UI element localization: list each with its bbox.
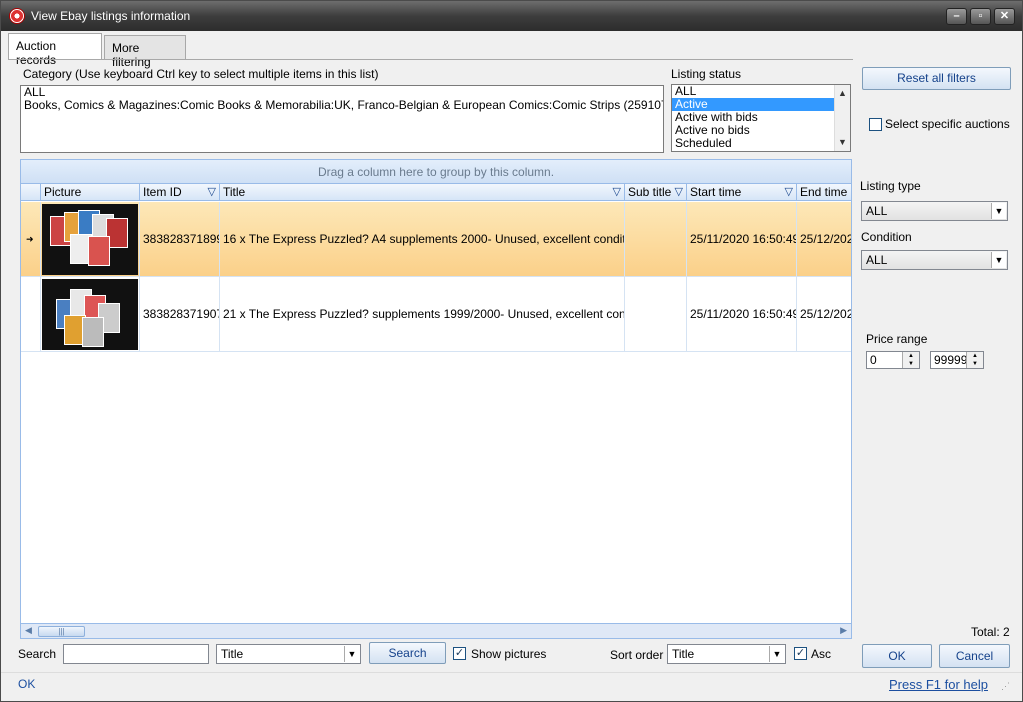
column-header-label: Start time	[690, 185, 742, 199]
subtitle-cell	[625, 277, 687, 352]
title-bar[interactable]: View Ebay listings information – ▫ ✕	[1, 1, 1022, 31]
filter-icon[interactable]: ▽	[675, 185, 683, 198]
listing-type-label: Listing type	[860, 179, 921, 193]
table-row[interactable]: ➜ 383828371899 16 x The Express Puzzled?…	[21, 202, 851, 277]
help-link[interactable]: Press F1 for help	[889, 677, 988, 692]
show-pictures-checkbox[interactable]: ✓	[453, 647, 466, 660]
status-scrollbar[interactable]: ▲ ▼	[834, 85, 850, 151]
column-header-label: Title	[223, 185, 246, 199]
item-id-cell: 383828371899	[140, 202, 220, 277]
start-time-cell: 25/11/2020 16:50:49	[687, 202, 797, 277]
search-field-combo[interactable]: Title ▼	[216, 644, 361, 664]
listing-thumbnail	[42, 279, 138, 350]
column-header-title[interactable]: Title ▽	[220, 184, 625, 201]
search-field-value: Title	[221, 647, 244, 661]
status-bar: OK Press F1 for help ⋰	[1, 672, 1022, 701]
listings-grid[interactable]: Drag a column here to group by this colu…	[20, 159, 852, 639]
status-text: OK	[18, 677, 36, 691]
subtitle-cell	[625, 202, 687, 277]
select-specific-label: Select specific auctions	[885, 117, 1010, 131]
tab-more-filtering[interactable]: More filtering	[104, 35, 186, 69]
price-max-spinner[interactable]: 99999 ▲ ▼	[930, 351, 984, 369]
search-label: Search	[18, 647, 57, 661]
chevron-down-icon[interactable]: ▼	[991, 203, 1006, 219]
start-time-cell: 25/11/2020 16:50:49	[687, 277, 797, 352]
sort-order-value: Title	[672, 647, 695, 661]
category-label: Category (Use keyboard Ctrl key to selec…	[23, 67, 379, 81]
filter-icon[interactable]: ▽	[208, 185, 216, 198]
price-max-value: 99999	[934, 353, 968, 367]
column-header-label: End time	[800, 185, 848, 199]
condition-combo[interactable]: ALL ▼	[861, 250, 1008, 270]
price-min-spinner[interactable]: 0 ▲ ▼	[866, 351, 920, 369]
sort-order-combo[interactable]: Title ▼	[667, 644, 786, 664]
category-listbox[interactable]: ALL Books, Comics & Magazines:Comic Book…	[20, 85, 664, 153]
row-indicator-header	[21, 184, 41, 201]
resize-grip-icon[interactable]: ⋰	[1001, 681, 1010, 692]
tab-auction-records[interactable]: Auction records	[8, 33, 102, 67]
table-row[interactable]: 383828371907 21 x The Express Puzzled? s…	[21, 277, 851, 352]
row-indicator-cell	[21, 277, 41, 352]
scroll-right-icon[interactable]: ▶	[840, 625, 847, 636]
column-header-picture[interactable]: Picture	[41, 184, 140, 201]
minimize-button[interactable]: –	[946, 8, 967, 25]
listing-type-value: ALL	[866, 204, 888, 218]
column-header-subtitle[interactable]: Sub title ▽	[625, 184, 687, 201]
listing-type-combo[interactable]: ALL ▼	[861, 201, 1008, 221]
sort-order-label: Sort order	[610, 648, 664, 662]
spin-arrows-icon[interactable]: ▲ ▼	[902, 352, 919, 368]
select-specific-checkbox[interactable]	[869, 118, 882, 131]
scrollbar-thumb[interactable]: |||	[38, 626, 85, 637]
cancel-button[interactable]: Cancel	[939, 644, 1010, 668]
column-header-start-time[interactable]: Start time ▽	[687, 184, 797, 201]
chevron-down-icon[interactable]: ▼	[344, 646, 359, 662]
spin-arrows-icon[interactable]: ▲ ▼	[966, 352, 983, 368]
grid-header: Picture Item ID ▽ Title ▽ Sub title ▽ Start…	[21, 184, 851, 201]
listing-status-label: Listing status	[671, 67, 742, 81]
condition-label: Condition	[861, 230, 912, 244]
title-cell: 16 x The Express Puzzled? A4 supplements…	[220, 202, 625, 277]
listing-status-listbox[interactable]: ALL Active Active with bids Active no bi…	[671, 84, 851, 152]
column-header-label: Sub title	[628, 185, 672, 199]
group-by-area[interactable]: Drag a column here to group by this colu…	[21, 160, 851, 184]
tab-panel-divider	[8, 59, 853, 60]
search-input[interactable]	[63, 644, 209, 664]
ok-button[interactable]: OK	[862, 644, 932, 668]
price-range-label: Price range	[866, 332, 928, 346]
chevron-down-icon[interactable]: ▼	[991, 252, 1006, 268]
column-header-end-time[interactable]: End time	[797, 184, 851, 201]
maximize-button[interactable]: ▫	[970, 8, 991, 25]
row-pointer-icon: ➜	[21, 202, 41, 277]
category-item[interactable]: Books, Comics & Magazines:Comic Books & …	[21, 99, 663, 112]
filter-icon[interactable]: ▽	[785, 185, 793, 198]
search-button[interactable]: Search	[369, 642, 446, 664]
condition-value: ALL	[866, 253, 888, 267]
status-item[interactable]: Scheduled	[672, 137, 834, 150]
dialog-window: View Ebay listings information – ▫ ✕ Auc…	[0, 0, 1023, 702]
end-time-cell: 25/12/2020	[797, 202, 851, 277]
item-id-cell: 383828371907	[140, 277, 220, 352]
asc-checkbox[interactable]: ✓	[794, 647, 807, 660]
scroll-down-icon[interactable]: ▼	[838, 136, 847, 149]
asc-label: Asc	[811, 647, 832, 661]
horizontal-scrollbar[interactable]: ◀ ||| ▶	[21, 623, 851, 638]
app-icon	[9, 8, 25, 24]
close-button[interactable]: ✕	[994, 8, 1015, 25]
scroll-up-icon[interactable]: ▲	[838, 87, 847, 100]
column-header-label: Item ID	[143, 185, 182, 199]
total-count: Total: 2	[971, 625, 1010, 639]
show-pictures-label: Show pictures	[471, 647, 547, 661]
filter-icon[interactable]: ▽	[613, 185, 621, 198]
column-header-item-id[interactable]: Item ID ▽	[140, 184, 220, 201]
reset-filters-button[interactable]: Reset all filters	[862, 67, 1011, 90]
price-min-value: 0	[870, 353, 877, 367]
chevron-down-icon[interactable]: ▼	[769, 646, 784, 662]
scroll-left-icon[interactable]: ◀	[25, 625, 32, 636]
listing-thumbnail	[42, 204, 138, 275]
end-time-cell: 25/12/2020	[797, 277, 851, 352]
column-header-label: Picture	[44, 185, 82, 199]
window-title: View Ebay listings information	[31, 9, 191, 23]
title-cell: 21 x The Express Puzzled? supplements 19…	[220, 277, 625, 352]
